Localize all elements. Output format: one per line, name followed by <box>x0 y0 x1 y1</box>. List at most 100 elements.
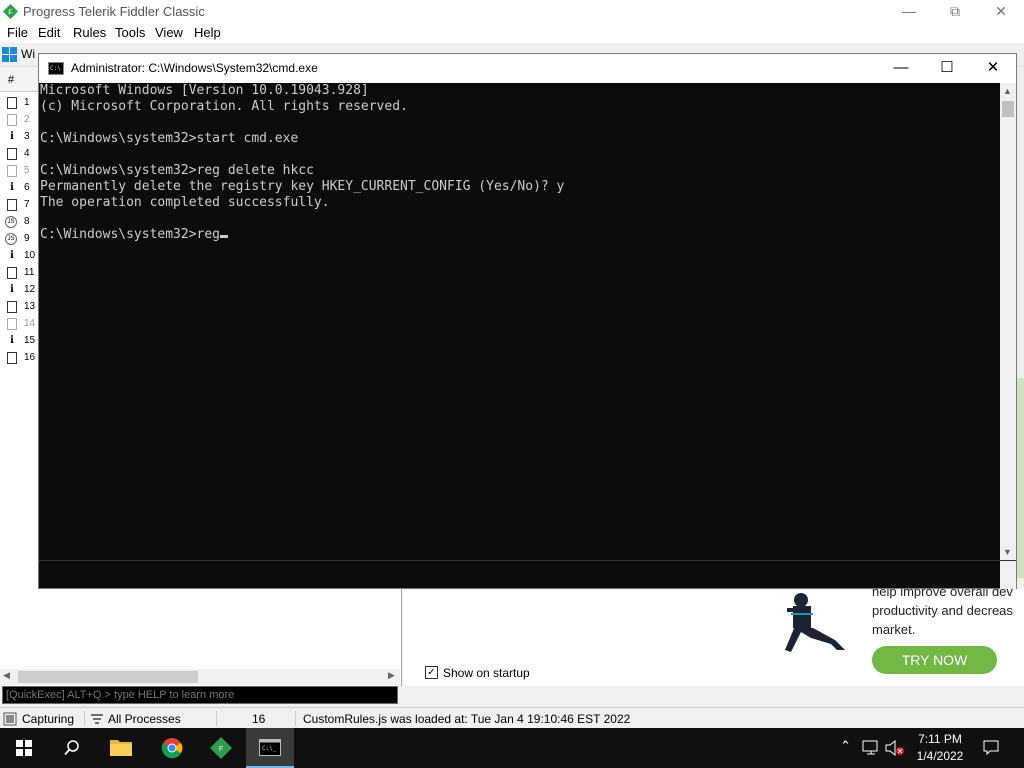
svg-text:F: F <box>219 746 223 753</box>
clock[interactable]: 7:11 PM 1/4/2022 <box>905 731 975 765</box>
network-icon[interactable] <box>862 740 880 756</box>
console-vertical-scrollbar[interactable]: ▲ ▼ <box>1000 83 1016 560</box>
startup-label: Show on startup <box>443 666 530 680</box>
lock-icon <box>7 318 17 330</box>
fiddler-title: Progress Telerik Fiddler Classic <box>23 4 205 19</box>
lock-icon <box>7 114 17 126</box>
fiddler-minimize-button[interactable]: — <box>886 0 932 23</box>
console-scrollbar-lower[interactable] <box>1000 561 1016 589</box>
session-row[interactable]: i 10 <box>0 247 40 264</box>
cmd-app-icon: C:\ <box>48 62 64 75</box>
session-row[interactable]: i3 <box>0 128 40 145</box>
session-number: 5 <box>24 165 30 176</box>
console-line: C:\Windows\system32>start cmd.exe <box>40 131 299 146</box>
side-panel-strip <box>1017 378 1024 578</box>
cmd-taskbar-button[interactable]: C:\_ <box>246 728 294 768</box>
session-row[interactable]: 13 <box>0 298 40 315</box>
quickexec-box[interactable] <box>2 686 398 704</box>
fiddler-title-bar[interactable]: F Progress Telerik Fiddler Classic — ⧉ ✕ <box>0 0 1024 23</box>
session-number: 9 <box>24 233 30 244</box>
filter-icon <box>91 714 103 724</box>
winconfig-icon[interactable] <box>2 47 18 63</box>
doc-icon <box>7 267 17 279</box>
scroll-left-icon[interactable]: ◀ <box>3 670 10 681</box>
capturing-status[interactable]: Capturing <box>22 712 74 726</box>
menu-rules[interactable]: Rules <box>73 25 106 40</box>
doc-icon <box>7 148 17 160</box>
search-button[interactable] <box>48 728 96 768</box>
fiddler-menu-bar: File Edit Rules Tools View Help <box>0 23 1024 43</box>
session-number: 16 <box>24 352 36 363</box>
notification-icon[interactable] <box>983 740 999 756</box>
sessions-horizontal-scrollbar[interactable]: ◀ ▶ <box>0 669 400 685</box>
menu-help[interactable]: Help <box>194 25 221 40</box>
file-explorer-button[interactable] <box>97 728 145 768</box>
session-row[interactable]: 16 <box>0 349 40 366</box>
session-row[interactable]: i6 <box>0 179 40 196</box>
console-line: Permanently delete the registry key HKEY… <box>40 179 565 194</box>
menu-tools[interactable]: Tools <box>115 25 145 40</box>
session-row[interactable]: i 15 <box>0 332 40 349</box>
fiddler-logo-icon: F <box>3 4 18 19</box>
try-now-button[interactable]: TRY NOW <box>872 646 997 674</box>
taskbar: F C:\_ ⌃ 7:11 PM 1/4/2022 <box>0 728 1024 768</box>
scroll-up-icon[interactable]: ▲ <box>1003 86 1012 96</box>
session-row[interactable]: i 12 <box>0 281 40 298</box>
ninja-mascot-icon <box>785 593 845 652</box>
session-row[interactable]: 5 <box>0 162 40 179</box>
session-number: 8 <box>24 216 30 227</box>
session-row[interactable]: 1 <box>0 94 40 111</box>
session-row[interactable]: 14 <box>0 315 40 332</box>
console-prompt: C:\Windows\system32>reg <box>40 227 221 242</box>
quickexec-input[interactable] <box>3 687 397 703</box>
promo-text: help improve overall dev productivity an… <box>872 584 1013 637</box>
chrome-icon <box>161 738 183 759</box>
session-row[interactable]: 11 <box>0 264 40 281</box>
cmd-minimize-button[interactable]: — <box>878 54 924 83</box>
scroll-down-icon[interactable]: ▼ <box>1003 547 1012 557</box>
session-row[interactable]: 2 <box>0 111 40 128</box>
cmd-title: Administrator: C:\Windows\System32\cmd.e… <box>71 61 318 75</box>
cmd-maximize-button[interactable]: ☐ <box>924 54 970 83</box>
cmd-close-button[interactable]: ✕ <box>970 54 1016 83</box>
scroll-right-icon[interactable]: ▶ <box>388 670 395 681</box>
console-output[interactable]: Microsoft Windows [Version 10.0.19043.92… <box>39 83 999 560</box>
show-hidden-icons[interactable]: ⌃ <box>840 738 851 754</box>
session-row[interactable]: 4 <box>0 145 40 162</box>
console-line: The operation completed successfully. <box>40 195 330 210</box>
session-number: 1 <box>24 97 30 108</box>
session-number: 15 <box>24 335 36 346</box>
startup-checkbox[interactable]: ✓ <box>425 666 438 679</box>
session-number: 4 <box>24 148 30 159</box>
scrollbar-thumb[interactable] <box>18 671 198 683</box>
windows-logo-icon <box>16 740 32 756</box>
doc-icon <box>7 301 17 313</box>
session-number: 7 <box>24 199 30 210</box>
search-icon <box>64 740 79 756</box>
chrome-button[interactable] <box>148 728 196 768</box>
console-line: C:\Windows\system32>reg delete hkcc <box>40 163 314 178</box>
process-filter[interactable]: All Processes <box>108 712 181 726</box>
console-scrollbar-thumb[interactable] <box>1002 101 1014 117</box>
cmd-title-bar[interactable]: C:\ Administrator: C:\Windows\System32\c… <box>39 54 1016 83</box>
session-row[interactable]: 7 <box>0 196 40 213</box>
start-button[interactable] <box>0 728 48 768</box>
fiddler-restore-button[interactable]: ⧉ <box>932 0 978 23</box>
svg-text:C:\_: C:\_ <box>262 745 277 752</box>
menu-view[interactable]: View <box>155 25 183 40</box>
session-count: 16 <box>252 712 266 726</box>
session-row[interactable]: JS 9 <box>0 230 40 247</box>
session-number: 13 <box>24 301 36 312</box>
session-number: 2 <box>24 114 30 125</box>
winconfig-button-label[interactable]: Wi <box>21 47 35 61</box>
fiddler-taskbar-button[interactable]: F <box>197 728 245 768</box>
menu-file[interactable]: File <box>7 25 28 40</box>
menu-edit[interactable]: Edit <box>38 25 60 40</box>
info-icon: i <box>7 131 17 143</box>
fiddler-close-button[interactable]: ✕ <box>978 0 1024 23</box>
js-icon: JS <box>5 216 17 228</box>
session-row[interactable]: JS 8 <box>0 213 40 230</box>
session-number: 3 <box>24 131 30 142</box>
volume-muted-icon[interactable] <box>885 740 905 756</box>
